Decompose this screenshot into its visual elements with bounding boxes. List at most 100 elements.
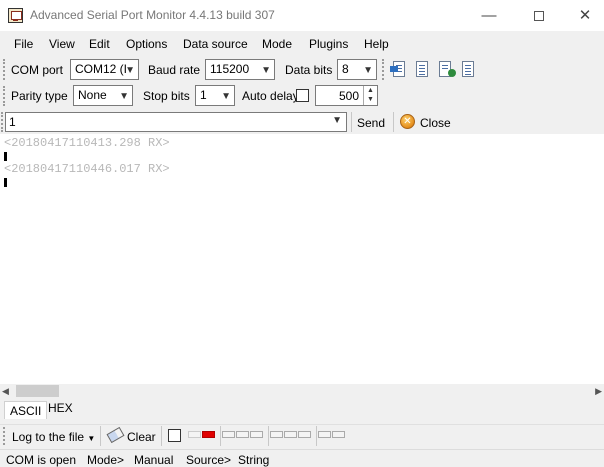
minimize-button[interactable]: — [466,0,512,31]
toolbar-separator [100,426,101,446]
menu-help[interactable]: Help [364,37,389,51]
log-to-file-button[interactable]: Log to the file ▼ [12,430,95,444]
led-indicator [236,431,249,438]
parity-type-value: None [78,88,107,102]
auto-delay-label: Auto delay [242,89,299,103]
led-indicator [284,431,297,438]
toolbar-separator [268,426,269,446]
dropdown-arrow-icon: ▼ [87,434,96,443]
delay-value: 500 [338,89,359,103]
received-data-marker [4,178,7,187]
led-indicator [270,431,283,438]
menu-data-source[interactable]: Data source [183,37,248,51]
led-indicator [318,431,331,438]
scroll-right-icon[interactable]: ▶ [595,384,602,398]
stop-bits-select[interactable]: 1 ▼ [195,85,235,106]
menu-view[interactable]: View [49,37,75,51]
menu-options[interactable]: Options [126,37,167,51]
horizontal-scrollbar[interactable]: ◀ ▶ [0,384,604,398]
chevron-down-icon: ▼ [221,91,231,102]
auto-delay-checkbox[interactable] [296,89,309,102]
data-bits-value: 8 [342,62,349,76]
signal-leds-tx [188,431,218,441]
maximize-button[interactable] [516,0,562,31]
mode-label: Mode> [87,453,125,467]
menu-bar: File View Edit Options Data source Mode … [0,33,604,55]
stop-bits-label: Stop bits [143,89,190,103]
led-indicator [332,431,345,438]
toolbar-separator [351,112,352,132]
terminal-line: <20180417110413.298 RX> [4,136,170,150]
menu-file[interactable]: File [14,37,33,51]
delay-spinner[interactable]: 500 ▲ ▼ [315,85,378,106]
baud-rate-label: Baud rate [148,63,201,77]
port-settings-toolbar: COM port COM12 (I ▼ Baud rate 115200 ▼ D… [0,56,604,83]
maximize-icon [534,11,544,21]
scrollbar-thumb[interactable] [16,385,59,397]
data-bits-select[interactable]: 8 ▼ [337,59,377,80]
toolbar-separator [161,426,162,446]
spin-up-icon[interactable]: ▲ [364,86,377,95]
parity-type-select[interactable]: None ▼ [73,85,133,106]
view-tabs: ASCII HEX [0,398,604,420]
baud-rate-select[interactable]: 115200 ▼ [205,59,275,80]
menu-plugins[interactable]: Plugins [309,37,348,51]
close-window-button[interactable]: ✕ [562,0,604,31]
document-icon[interactable] [459,60,477,78]
parity-type-label: Parity type [11,89,68,103]
com-port-value: COM12 (I [75,62,128,76]
led-indicator [298,431,311,438]
scroll-left-icon[interactable]: ◀ [2,384,9,398]
led-indicator-active [202,431,215,438]
status-bar: COM is open Mode> Manual Source> String [0,449,604,467]
signal-leds-modem [270,431,314,441]
title-bar: Advanced Serial Port Monitor 4.4.13 buil… [0,0,604,31]
window-title: Advanced Serial Port Monitor 4.4.13 buil… [30,8,275,22]
toolbar-grip[interactable] [3,427,7,445]
led-indicator [188,431,201,438]
toolbar-separator [393,112,394,132]
line-settings-toolbar: Parity type None ▼ Stop bits 1 ▼ Auto de… [0,84,604,108]
port-state: COM is open [6,453,77,467]
received-data-marker [4,152,7,161]
stop-bits-value: 1 [200,88,207,102]
clear-button[interactable]: Clear [127,430,156,444]
mode-value: Manual [134,453,174,467]
chevron-down-icon: ▼ [125,65,135,76]
toolbar-grip[interactable] [3,59,7,80]
terminal-output[interactable]: <20180417110413.298 RX> <20180417110446.… [0,134,604,384]
toolbar-grip[interactable] [3,86,7,106]
data-bits-label: Data bits [285,63,333,77]
toolbar-separator [220,426,221,446]
led-indicator [222,431,235,438]
toolbar-grip[interactable] [382,59,386,80]
menu-edit[interactable]: Edit [89,37,110,51]
chevron-down-icon: ▼ [363,65,373,76]
signal-leds-line [222,431,266,441]
port-settings-icon[interactable] [390,60,408,78]
spinner-buttons[interactable]: ▲ ▼ [363,86,377,105]
menu-mode[interactable]: Mode [262,37,292,51]
exchange-icon[interactable] [436,60,456,78]
terminal-line: <20180417110446.017 RX> [4,162,170,176]
close-port-button[interactable]: Close [420,116,451,130]
source-label: Source> [186,453,232,467]
send-data-input[interactable] [6,113,316,131]
chevron-down-icon[interactable]: ▼ [332,115,342,126]
spin-down-icon[interactable]: ▼ [364,95,377,104]
log-enable-checkbox[interactable] [168,429,181,442]
close-port-icon[interactable]: ✕ [400,114,415,129]
source-value: String [238,453,270,467]
chevron-down-icon: ▼ [261,65,271,76]
toolbar-separator [316,426,317,446]
chevron-down-icon: ▼ [119,91,129,102]
view-data-icon[interactable] [413,60,431,78]
com-port-label: COM port [11,63,64,77]
baud-rate-value: 115200 [210,62,250,76]
com-port-select[interactable]: COM12 (I ▼ [70,59,139,80]
tab-hex[interactable]: HEX [43,399,78,417]
send-button[interactable]: Send [357,116,385,130]
tab-ascii[interactable]: ASCII [4,401,48,419]
led-indicator [250,431,263,438]
send-data-combobox[interactable]: ▼ [5,112,347,132]
